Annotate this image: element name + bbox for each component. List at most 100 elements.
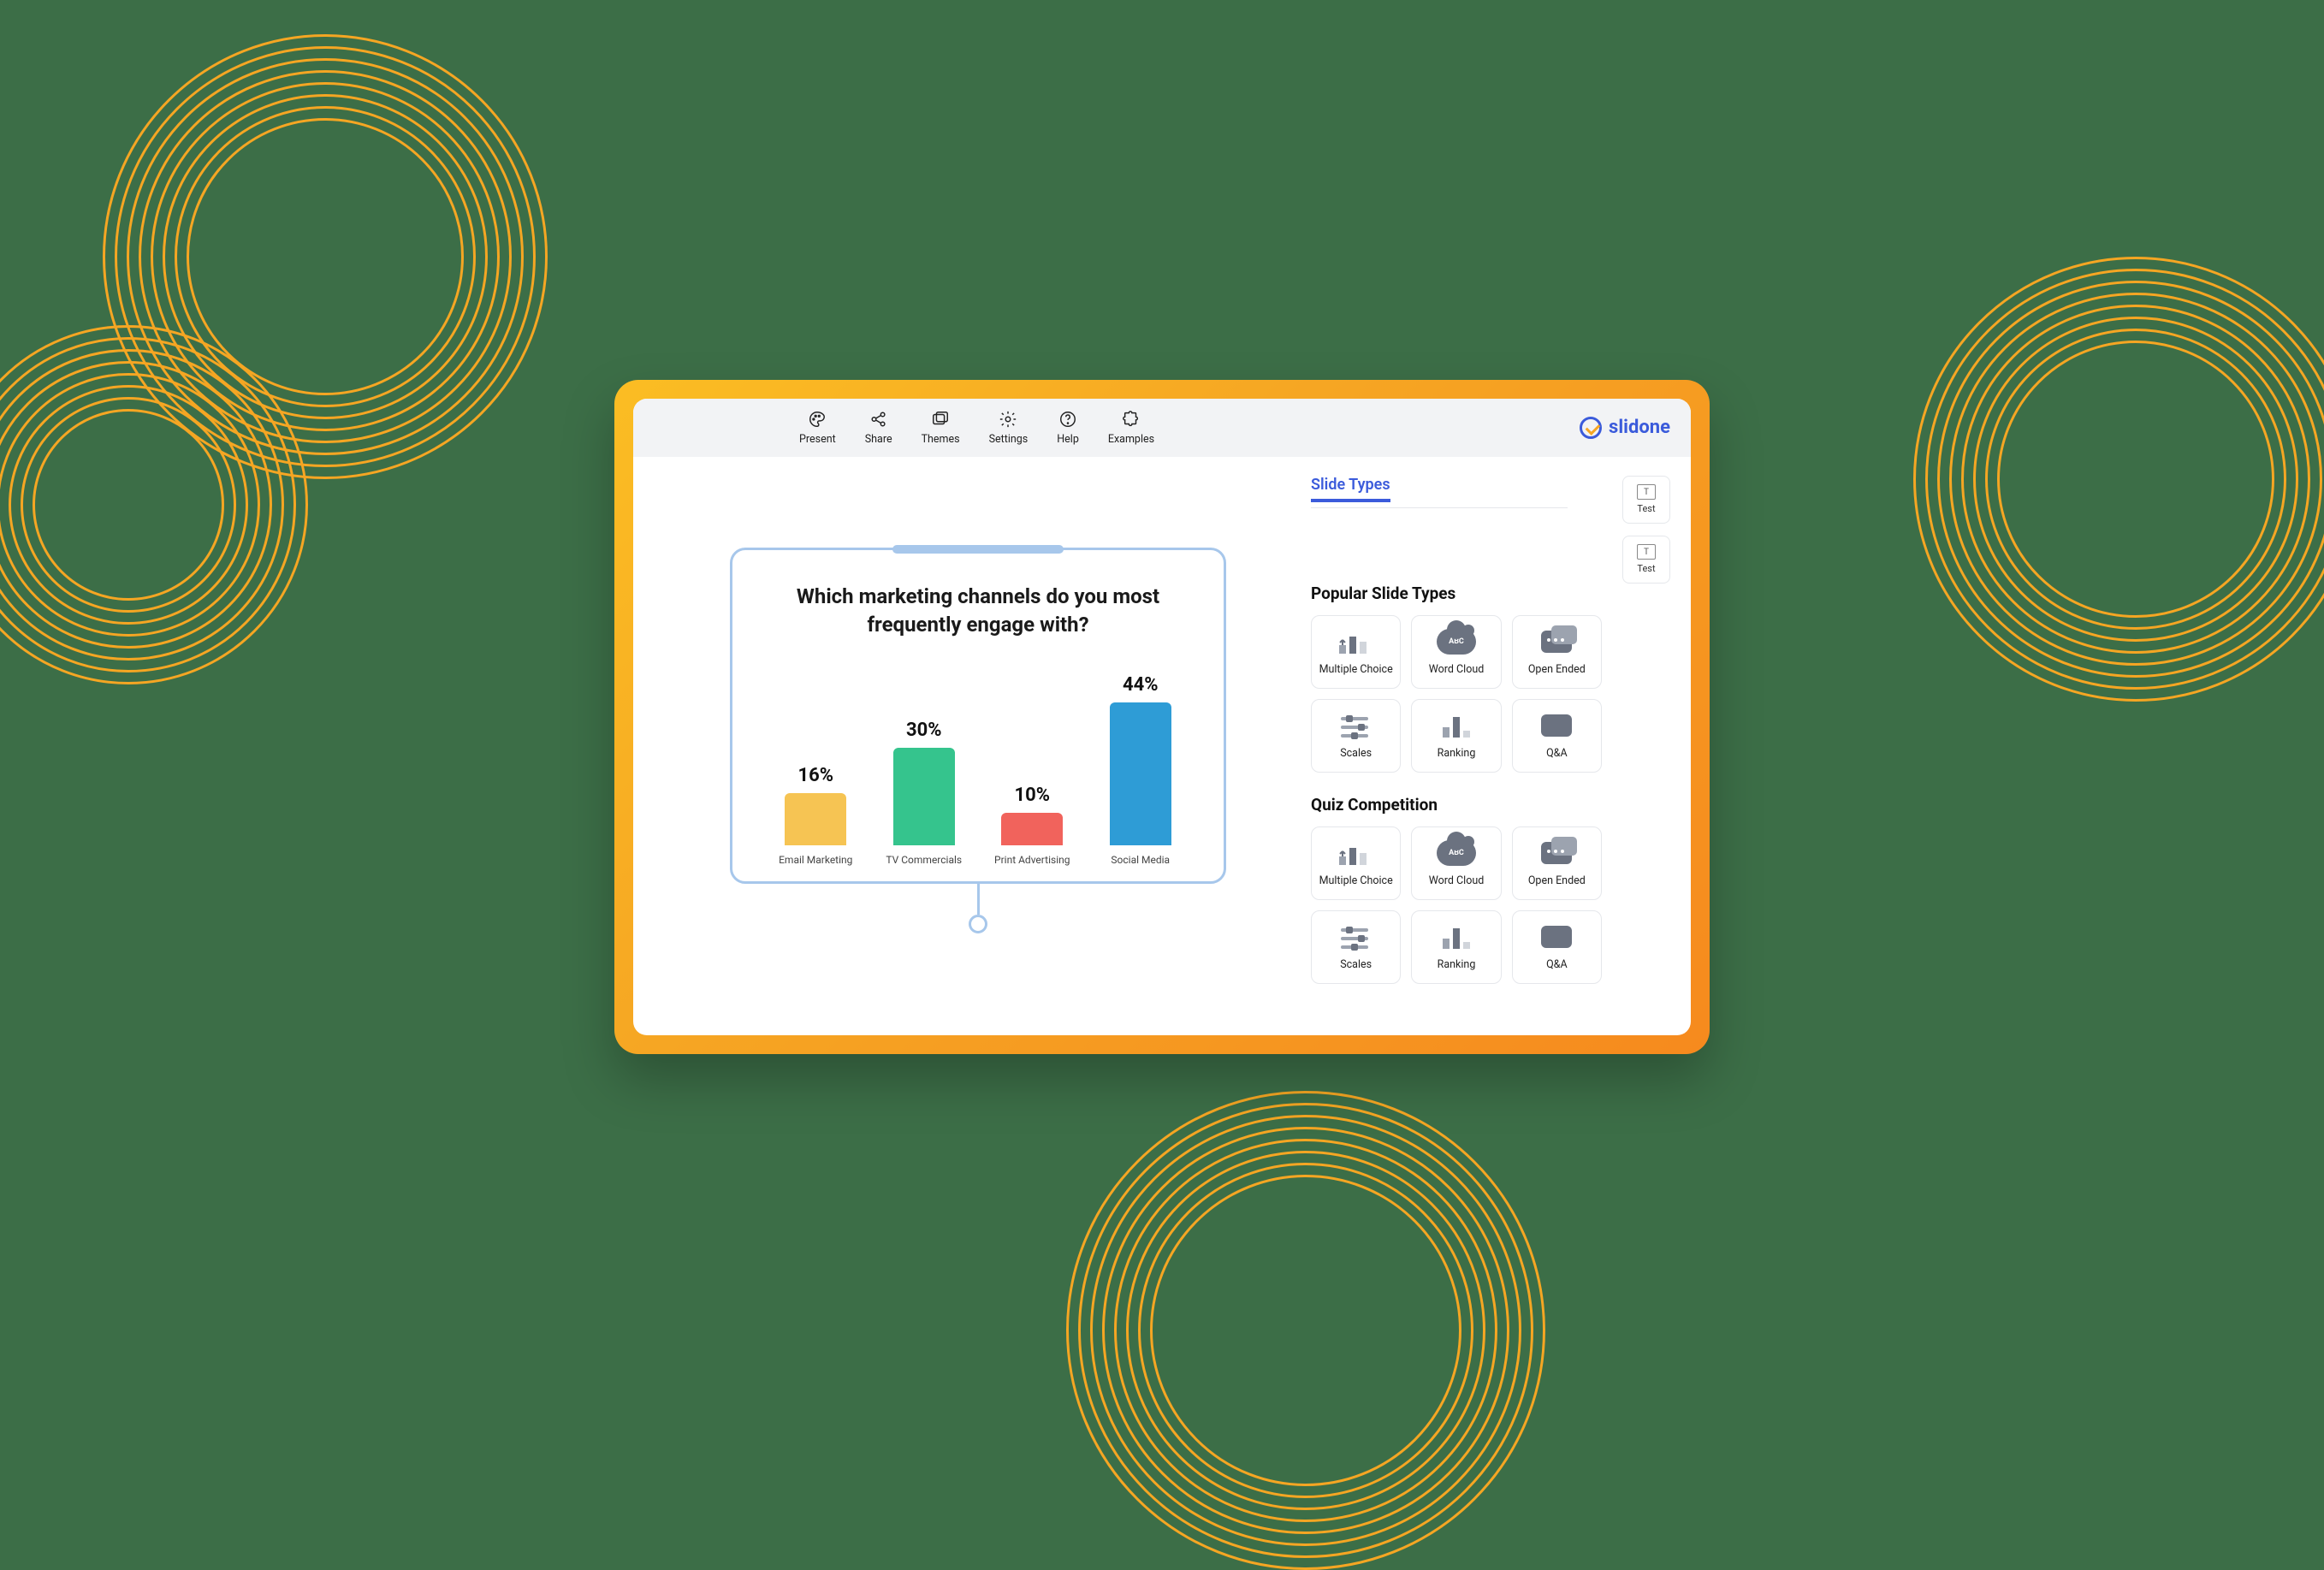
slide-type-label: Multiple Choice <box>1319 663 1393 676</box>
bar-column: 30% TV Commercials <box>873 720 975 866</box>
slide-type-card[interactable]: Scales <box>1311 910 1401 984</box>
gear-icon <box>998 409 1018 430</box>
side-tile-column: T Test T Test <box>1622 476 1670 584</box>
toolbar-label: Share <box>865 433 892 446</box>
themes-button[interactable]: Themes <box>922 409 960 446</box>
qa-icon <box>1537 922 1576 951</box>
text-tile-icon: T <box>1637 484 1656 500</box>
slide-type-label: Q&A <box>1546 958 1568 971</box>
multiple-choice-icon <box>1337 627 1376 656</box>
toolbar-label: Present <box>799 433 836 446</box>
share-icon <box>869 409 889 430</box>
slide-type-label: Ranking <box>1438 747 1476 760</box>
share-button[interactable]: Share <box>865 409 892 446</box>
scales-icon <box>1337 922 1376 951</box>
slide-type-card[interactable]: Open Ended <box>1512 615 1602 689</box>
bar-column: 44% Social Media <box>1089 674 1192 866</box>
side-tile-test[interactable]: T Test <box>1622 476 1670 524</box>
puzzle-icon <box>1121 409 1141 430</box>
side-tile-label: Test <box>1637 563 1655 574</box>
decorative-arcs <box>1913 257 2324 702</box>
palette-icon <box>807 409 827 430</box>
ranking-icon <box>1437 922 1476 951</box>
slide-type-label: Open Ended <box>1528 663 1586 676</box>
brand-name: slidone <box>1609 417 1670 438</box>
brand-checkmark-icon <box>1580 417 1602 439</box>
slide-type-card[interactable]: Multiple Choice <box>1311 826 1401 900</box>
qa-icon <box>1537 711 1576 740</box>
multiple-choice-icon <box>1337 838 1376 868</box>
slide-type-card[interactable]: Ranking <box>1411 910 1501 984</box>
slide-type-label: Open Ended <box>1528 874 1586 887</box>
bar <box>893 748 955 845</box>
ranking-icon <box>1437 711 1476 740</box>
toolbar-label: Settings <box>989 433 1029 446</box>
open-ended-icon <box>1537 838 1576 868</box>
slide-type-card[interactable]: Ranking <box>1411 699 1501 773</box>
word-cloud-icon: ABC <box>1437 627 1476 656</box>
bar-value: 44% <box>1123 674 1159 696</box>
section-title: Popular Slide Types <box>1311 584 1670 603</box>
bar-value: 30% <box>906 720 942 741</box>
toolbar-items: Present Share Themes <box>799 409 1154 446</box>
slide-stand-base <box>969 915 987 933</box>
slide-type-card[interactable]: ABC Word Cloud <box>1411 826 1501 900</box>
right-panel: Slide Types T Test T Test Po <box>1311 476 1670 1006</box>
bar-label: Email Marketing <box>779 854 852 866</box>
slide-type-card[interactable]: Multiple Choice <box>1311 615 1401 689</box>
bar-label: Print Advertising <box>994 854 1070 866</box>
side-tile-label: Test <box>1637 503 1655 514</box>
app-frame: Present Share Themes <box>614 380 1710 1054</box>
side-tile-test[interactable]: T Test <box>1622 536 1670 584</box>
slide-preview-area: Which marketing channels do you most fre… <box>654 476 1302 1006</box>
word-cloud-icon: ABC <box>1437 838 1476 868</box>
slide-type-card[interactable]: Q&A <box>1512 699 1602 773</box>
slide-type-grid: Multiple Choice ABC Word Cloud Open Ended Sc… <box>1311 615 1602 773</box>
slide-type-label: Scales <box>1340 747 1372 760</box>
decorative-arcs <box>103 34 548 479</box>
app-window: Present Share Themes <box>633 399 1691 1035</box>
scales-icon <box>1337 711 1376 740</box>
slide-type-card[interactable]: Q&A <box>1512 910 1602 984</box>
present-button[interactable]: Present <box>799 409 836 446</box>
bar-label: TV Commercials <box>886 854 962 866</box>
bar-value: 10% <box>1014 785 1050 806</box>
slide-stand-stem <box>977 884 980 915</box>
open-ended-icon <box>1537 627 1576 656</box>
help-button[interactable]: Help <box>1057 409 1079 446</box>
toolbar-label: Help <box>1057 433 1079 446</box>
slide-question: Which marketing channels do you most fre… <box>762 583 1195 638</box>
bar <box>1001 813 1063 845</box>
slide-type-grid: Multiple Choice ABC Word Cloud Open Ended Sc… <box>1311 826 1602 984</box>
bar-label: Social Media <box>1111 854 1170 866</box>
settings-button[interactable]: Settings <box>989 409 1029 446</box>
slide-type-label: Word Cloud <box>1429 874 1485 887</box>
decorative-arcs <box>0 325 308 684</box>
main-content: Which marketing channels do you most fre… <box>633 457 1691 1035</box>
slide-type-card[interactable]: ABC Word Cloud <box>1411 615 1501 689</box>
toolbar: Present Share Themes <box>633 399 1691 457</box>
bar <box>1110 702 1171 845</box>
slide-type-card[interactable]: Scales <box>1311 699 1401 773</box>
toolbar-label: Themes <box>922 433 960 446</box>
help-icon <box>1058 409 1078 430</box>
slide-preview[interactable]: Which marketing channels do you most fre… <box>730 548 1226 884</box>
bar-chart: 16% Email Marketing 30% TV Commercials 10% Pr… <box>762 652 1195 866</box>
tab-slide-types[interactable]: Slide Types <box>1311 476 1390 502</box>
decorative-arcs <box>1066 1091 1545 1570</box>
themes-icon <box>930 409 951 430</box>
tab-underline <box>1311 507 1568 508</box>
bar-column: 10% Print Advertising <box>981 785 1083 866</box>
slide-type-label: Ranking <box>1438 958 1476 971</box>
brand-logo: slidone <box>1580 417 1670 439</box>
slide-type-label: Word Cloud <box>1429 663 1485 676</box>
slide-type-label: Multiple Choice <box>1319 874 1393 887</box>
toolbar-label: Examples <box>1108 433 1154 446</box>
slide-handle <box>892 545 1064 554</box>
text-tile-icon: T <box>1637 544 1656 560</box>
slide-type-card[interactable]: Open Ended <box>1512 826 1602 900</box>
examples-button[interactable]: Examples <box>1108 409 1154 446</box>
section-title: Quiz Competition <box>1311 795 1670 815</box>
bar-value: 16% <box>797 765 833 786</box>
slide-type-label: Scales <box>1340 958 1372 971</box>
